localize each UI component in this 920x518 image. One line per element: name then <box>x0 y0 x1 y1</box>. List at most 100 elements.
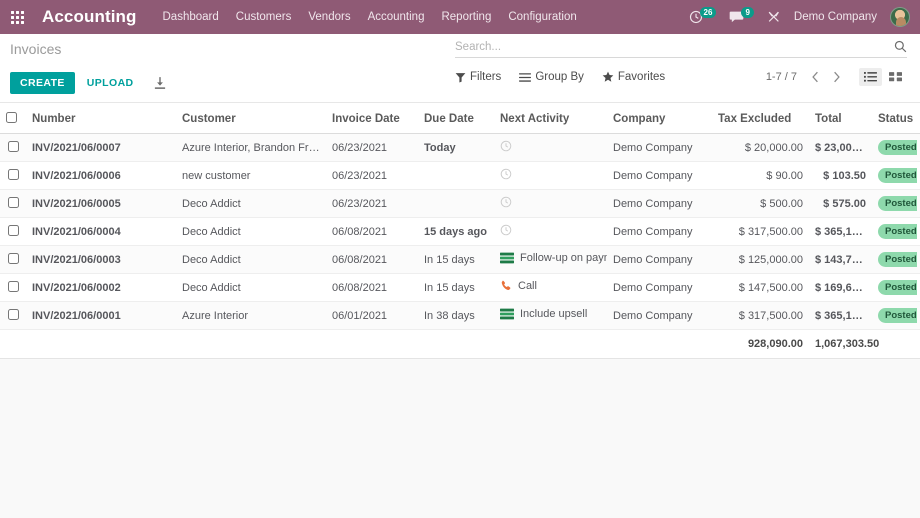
cell-status[interactable]: Posted <box>872 246 917 274</box>
kanban-view-icon[interactable] <box>884 68 907 86</box>
cell-total[interactable]: $ 143,750.00 <box>809 246 872 274</box>
menu-item-vendors[interactable]: Vendors <box>308 11 350 23</box>
pager-previous-button[interactable] <box>807 71 824 83</box>
search-icon[interactable] <box>894 40 907 53</box>
cell-due-date[interactable] <box>418 162 494 190</box>
row-checkbox[interactable] <box>8 281 19 292</box>
cell-invoice-date[interactable]: 06/08/2021 <box>326 274 418 302</box>
column-header-company[interactable]: Company <box>607 103 712 134</box>
row-checkbox[interactable] <box>8 309 19 320</box>
cell-customer[interactable]: Azure Interior <box>176 302 326 330</box>
cell-status[interactable]: Posted <box>872 302 917 330</box>
cell-customer[interactable]: Azure Interior, Brandon Freeman <box>176 134 326 162</box>
cell-invoice-date[interactable]: 06/23/2021 <box>326 190 418 218</box>
activity-placeholder[interactable] <box>500 168 512 180</box>
debug-tools-button[interactable] <box>767 10 781 24</box>
cell-total[interactable]: $ 575.00 <box>809 190 872 218</box>
cell-company[interactable]: Demo Company <box>607 218 712 246</box>
pager-next-button[interactable] <box>828 71 845 83</box>
cell-invoice-date[interactable]: 06/08/2021 <box>326 218 418 246</box>
cell-company[interactable]: Demo Company <box>607 302 712 330</box>
table-row[interactable]: INV/2021/06/0005Deco Addict06/23/2021 Dem… <box>0 190 920 218</box>
cell-tax-excluded[interactable]: $ 90.00 <box>712 162 809 190</box>
activity-placeholder[interactable] <box>500 196 512 208</box>
activity-placeholder[interactable] <box>500 224 512 236</box>
column-header-status[interactable]: Status <box>872 103 917 134</box>
cell-tax-excluded[interactable]: $ 500.00 <box>712 190 809 218</box>
cell-invoice-date[interactable]: 06/23/2021 <box>326 162 418 190</box>
row-checkbox[interactable] <box>8 141 19 152</box>
cell-due-date[interactable]: In 15 days <box>418 246 494 274</box>
cell-number[interactable]: INV/2021/06/0002 <box>26 274 176 302</box>
table-row[interactable]: INV/2021/06/0001Azure Interior06/01/2021… <box>0 302 920 330</box>
column-header-total[interactable]: Total <box>809 103 872 134</box>
column-header-invoice-date[interactable]: Invoice Date <box>326 103 418 134</box>
messaging-menu-button[interactable]: 9 <box>729 10 753 24</box>
list-view-icon[interactable] <box>859 68 882 86</box>
cell-total[interactable]: $ 103.50 <box>809 162 872 190</box>
menu-item-reporting[interactable]: Reporting <box>441 11 491 23</box>
cell-due-date[interactable]: In 38 days <box>418 302 494 330</box>
cell-customer[interactable]: new customer <box>176 162 326 190</box>
menu-item-accounting[interactable]: Accounting <box>368 11 425 23</box>
menu-item-configuration[interactable]: Configuration <box>508 11 576 23</box>
cell-tax-excluded[interactable]: $ 125,000.00 <box>712 246 809 274</box>
cell-invoice-date[interactable]: 06/23/2021 <box>326 134 418 162</box>
cell-tax-excluded[interactable]: $ 317,500.00 <box>712 302 809 330</box>
table-row[interactable]: INV/2021/06/0003Deco Addict06/08/2021In … <box>0 246 920 274</box>
cell-number[interactable]: INV/2021/06/0005 <box>26 190 176 218</box>
cell-total[interactable]: $ 169,625.00 <box>809 274 872 302</box>
cell-next-activity[interactable]: Follow-up on payment <box>494 246 607 274</box>
row-checkbox[interactable] <box>8 225 19 236</box>
cell-total[interactable]: $ 365,125.00 <box>809 218 872 246</box>
row-checkbox[interactable] <box>8 253 19 264</box>
cell-due-date[interactable]: Today <box>418 134 494 162</box>
row-checkbox[interactable] <box>8 197 19 208</box>
table-row[interactable]: INV/2021/06/0002Deco Addict06/08/2021In … <box>0 274 920 302</box>
cell-total[interactable]: $ 365,125.00 <box>809 302 872 330</box>
cell-invoice-date[interactable]: 06/01/2021 <box>326 302 418 330</box>
activity-menu-button[interactable]: 26 <box>689 10 717 24</box>
cell-company[interactable]: Demo Company <box>607 246 712 274</box>
cell-status[interactable]: Posted <box>872 134 917 162</box>
cell-customer[interactable]: Deco Addict <box>176 190 326 218</box>
cell-number[interactable]: INV/2021/06/0007 <box>26 134 176 162</box>
cell-due-date[interactable] <box>418 190 494 218</box>
cell-next-activity[interactable] <box>494 190 607 218</box>
cell-tax-excluded[interactable]: $ 317,500.00 <box>712 218 809 246</box>
cell-customer[interactable]: Deco Addict <box>176 218 326 246</box>
cell-next-activity[interactable]: Call <box>494 274 607 302</box>
column-header-customer[interactable]: Customer <box>176 103 326 134</box>
cell-status[interactable]: Posted <box>872 190 917 218</box>
filters-dropdown[interactable]: Filters <box>455 71 501 83</box>
table-row[interactable]: INV/2021/06/0006new customer06/23/2021De… <box>0 162 920 190</box>
breadcrumb[interactable]: Invoices <box>10 34 61 57</box>
cell-invoice-date[interactable]: 06/08/2021 <box>326 246 418 274</box>
cell-company[interactable]: Demo Company <box>607 190 712 218</box>
cell-status[interactable]: Posted <box>872 162 917 190</box>
cell-company[interactable]: Demo Company <box>607 274 712 302</box>
cell-status[interactable]: Posted <box>872 274 917 302</box>
cell-number[interactable]: INV/2021/06/0004 <box>26 218 176 246</box>
cell-customer[interactable]: Deco Addict <box>176 274 326 302</box>
column-header-due-date[interactable]: Due Date <box>418 103 494 134</box>
menu-item-customers[interactable]: Customers <box>236 11 292 23</box>
cell-tax-excluded[interactable]: $ 147,500.00 <box>712 274 809 302</box>
row-checkbox[interactable] <box>8 169 19 180</box>
menu-item-dashboard[interactable]: Dashboard <box>163 11 219 23</box>
cell-company[interactable]: Demo Company <box>607 134 712 162</box>
upload-button[interactable]: UPLOAD <box>79 72 142 94</box>
import-download-icon[interactable] <box>148 73 172 94</box>
cell-next-activity[interactable] <box>494 162 607 190</box>
cell-number[interactable]: INV/2021/06/0006 <box>26 162 176 190</box>
table-row[interactable]: INV/2021/06/0004Deco Addict06/08/202115 … <box>0 218 920 246</box>
favorites-dropdown[interactable]: Favorites <box>602 71 665 83</box>
cell-next-activity[interactable] <box>494 134 607 162</box>
app-brand-title[interactable]: Accounting <box>42 7 137 27</box>
select-all-checkbox[interactable] <box>6 112 17 123</box>
user-avatar[interactable] <box>890 7 910 27</box>
create-button[interactable]: CREATE <box>10 72 75 94</box>
cell-next-activity[interactable]: Include upsell <box>494 302 607 330</box>
column-header-tax-excluded[interactable]: Tax Excluded <box>712 103 809 134</box>
column-header-next-activity[interactable]: Next Activity <box>494 103 607 134</box>
